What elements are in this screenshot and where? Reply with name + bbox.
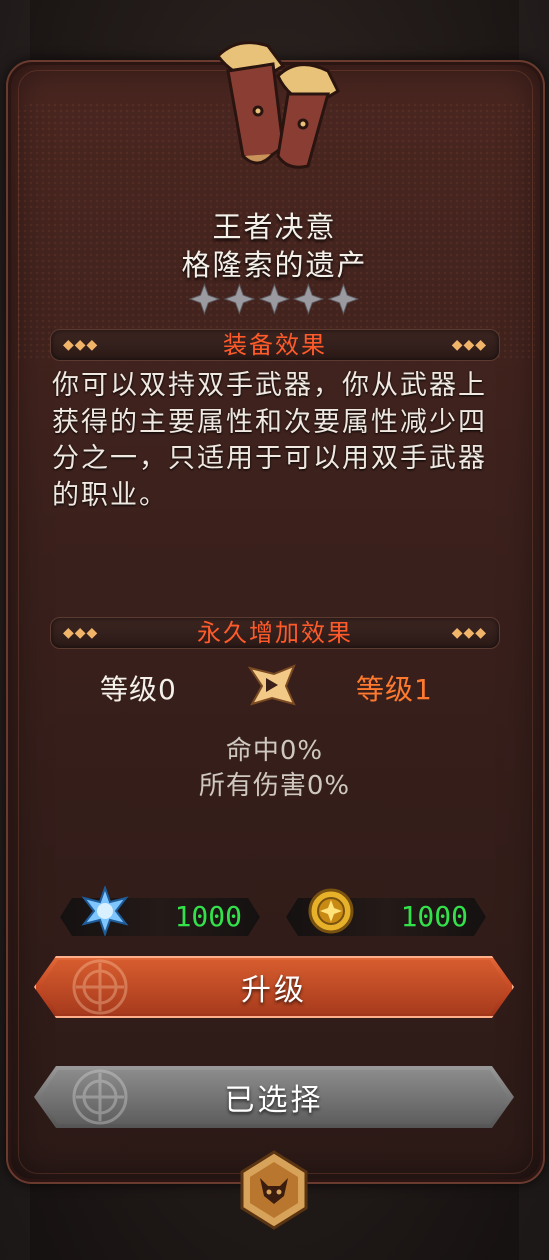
equip-effect-title: 装备效果: [223, 331, 327, 359]
coin-cost-value: 1000: [400, 900, 468, 933]
star-icon: [188, 283, 221, 315]
ornament-dots-icon: ◆◆◆: [451, 625, 487, 641]
stat-all-damage: 所有伤害0%: [198, 771, 351, 801]
demon-emblem-icon: [240, 1150, 308, 1230]
star-icon: [258, 283, 290, 315]
selected-button[interactable]: 已选择: [34, 1066, 514, 1128]
next-level: 等级1: [356, 673, 433, 706]
upgrade-arrow-icon: [247, 664, 296, 706]
upgrade-button-label: 升级: [241, 973, 307, 1008]
equip-effect-header: ◆◆◆ 装备效果 ◆◆◆: [50, 329, 500, 361]
star-icon: [292, 283, 325, 315]
permanent-bonus-header: ◆◆◆ 永久增加效果 ◆◆◆: [50, 617, 500, 649]
ornament-dots-icon: ◆◆◆: [451, 337, 487, 353]
star-icon: [223, 283, 256, 315]
selected-button-label: 已选择: [224, 1083, 324, 1118]
star-rating: [188, 282, 360, 316]
emblem-watermark-icon: [70, 957, 130, 1017]
upgrade-button[interactable]: 升级: [34, 956, 514, 1018]
emblem-watermark-icon: [70, 1067, 130, 1127]
crystal-cost-value: 1000: [174, 900, 242, 933]
gold-coin-icon: [308, 888, 354, 934]
star-icon: [327, 283, 360, 315]
leather-gauntlets-icon: [216, 41, 340, 169]
blue-crystal-icon: [81, 886, 129, 936]
stat-hit: 命中0%: [225, 736, 324, 766]
equip-effect-description: 你可以双持双手武器，你从武器上获得的主要属性和次要属性减少四分之一，只适用于可以…: [52, 370, 487, 511]
item-name-line2: 格隆索的遗产: [181, 248, 368, 282]
item-name-line1: 王者决意: [212, 210, 337, 244]
current-level: 等级0: [100, 673, 177, 706]
permanent-bonus-title: 永久增加效果: [197, 619, 353, 647]
